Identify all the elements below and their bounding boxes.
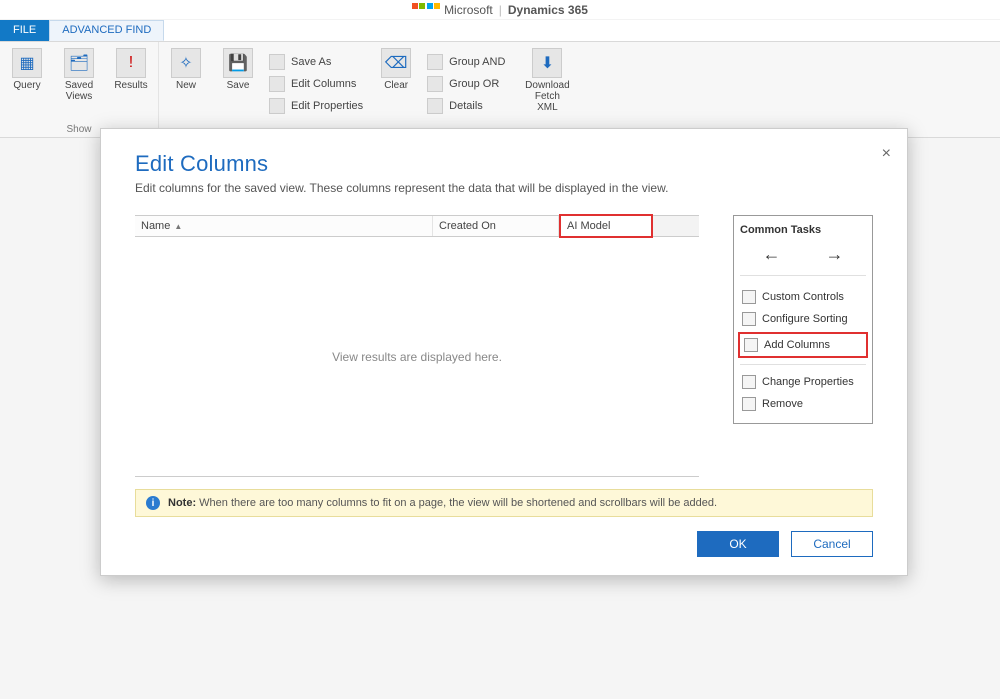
tab-advanced-find[interactable]: ADVANCED FIND	[49, 20, 164, 41]
ok-button[interactable]: OK	[697, 531, 779, 557]
results-icon: !	[116, 48, 146, 78]
clear-icon: ⌫	[381, 48, 411, 78]
dialog-subtitle: Edit columns for the saved view. These c…	[135, 181, 873, 195]
remove-link[interactable]: Remove	[740, 393, 866, 415]
edit-columns-button[interactable]: Edit Columns	[269, 74, 363, 94]
column-header-created-on[interactable]: Created On	[433, 216, 559, 236]
ribbon: ▦Query 🗂Saved Views !Results Show ✧New 💾…	[0, 42, 1000, 138]
save-as-icon	[269, 54, 285, 70]
brand-bar: Microsoft | Dynamics 365	[0, 0, 1000, 20]
tab-row: FILE ADVANCED FIND	[0, 20, 1000, 42]
brand-separator: |	[499, 3, 502, 17]
dialog-title: Edit Columns	[135, 151, 873, 177]
remove-icon	[742, 397, 756, 411]
brand-product: Dynamics 365	[508, 3, 588, 17]
group-or-button[interactable]: Group OR	[427, 74, 505, 94]
group-and-button[interactable]: Group AND	[427, 52, 505, 72]
note-text: When there are too many columns to fit o…	[199, 497, 717, 509]
download-fetch-xml-button[interactable]: ⬇Download Fetch XML	[517, 48, 577, 113]
microsoft-logo-icon	[412, 3, 440, 17]
edit-properties-icon	[269, 98, 285, 114]
add-columns-icon	[744, 338, 758, 352]
save-as-button[interactable]: Save As	[269, 52, 363, 72]
ribbon-group-query: ⌫Clear Group AND Group OR Details	[369, 42, 511, 137]
details-icon	[427, 98, 443, 114]
note-label: Note:	[168, 497, 196, 509]
ribbon-group-stack: Group AND Group OR Details	[427, 48, 505, 116]
change-properties-link[interactable]: Change Properties	[740, 371, 866, 393]
edit-columns-dialog: × Edit Columns Edit columns for the save…	[100, 128, 908, 576]
tab-file[interactable]: FILE	[0, 20, 49, 41]
results-button[interactable]: !Results	[110, 48, 152, 91]
move-right-button[interactable]: →	[826, 244, 844, 265]
close-button[interactable]: ×	[882, 145, 891, 163]
edit-columns-icon	[269, 76, 285, 92]
columns-grid: Name▲ Created On AI Model View results a…	[135, 215, 699, 477]
column-header-name[interactable]: Name▲	[135, 216, 433, 236]
clear-button[interactable]: ⌫Clear	[375, 48, 417, 91]
add-columns-link[interactable]: Add Columns	[738, 332, 868, 358]
download-fetch-icon: ⬇	[532, 48, 562, 78]
configure-sorting-icon	[742, 312, 756, 326]
note-bar: i Note: When there are too many columns …	[135, 489, 873, 517]
column-header-ai-model[interactable]: AI Model	[559, 214, 653, 238]
saved-views-icon: 🗂	[64, 48, 94, 78]
save-icon: 💾	[223, 48, 253, 78]
custom-controls-icon	[742, 290, 756, 304]
edit-properties-button[interactable]: Edit Properties	[269, 96, 363, 116]
common-tasks-heading: Common Tasks	[740, 224, 866, 236]
grid-placeholder: View results are displayed here.	[135, 237, 699, 476]
columns-header: Name▲ Created On AI Model	[135, 215, 699, 237]
saved-views-button[interactable]: 🗂Saved Views	[58, 48, 100, 102]
common-tasks-panel: Common Tasks ← → Custom Controls Configu…	[733, 215, 873, 424]
task-separator	[740, 364, 866, 365]
change-properties-icon	[742, 375, 756, 389]
query-icon: ▦	[12, 48, 42, 78]
info-icon: i	[146, 496, 160, 510]
ribbon-group-debug: ⬇Download Fetch XML	[511, 42, 583, 137]
configure-sorting-link[interactable]: Configure Sorting	[740, 308, 866, 330]
ribbon-group-new: ✧New 💾Save Save As Edit Columns Edit Pro…	[159, 42, 369, 137]
ribbon-group-show: ▦Query 🗂Saved Views !Results Show	[0, 42, 159, 137]
details-button[interactable]: Details	[427, 96, 505, 116]
save-button[interactable]: 💾Save	[217, 48, 259, 91]
new-icon: ✧	[171, 48, 201, 78]
group-and-icon	[427, 54, 443, 70]
group-or-icon	[427, 76, 443, 92]
new-button[interactable]: ✧New	[165, 48, 207, 91]
column-header-filler	[653, 216, 699, 236]
brand-ms: Microsoft	[444, 3, 493, 17]
sort-asc-icon: ▲	[174, 222, 182, 231]
move-left-button[interactable]: ←	[763, 244, 781, 265]
custom-controls-link[interactable]: Custom Controls	[740, 286, 866, 308]
ribbon-save-stack: Save As Edit Columns Edit Properties	[269, 48, 363, 116]
query-button[interactable]: ▦Query	[6, 48, 48, 91]
cancel-button[interactable]: Cancel	[791, 531, 873, 557]
